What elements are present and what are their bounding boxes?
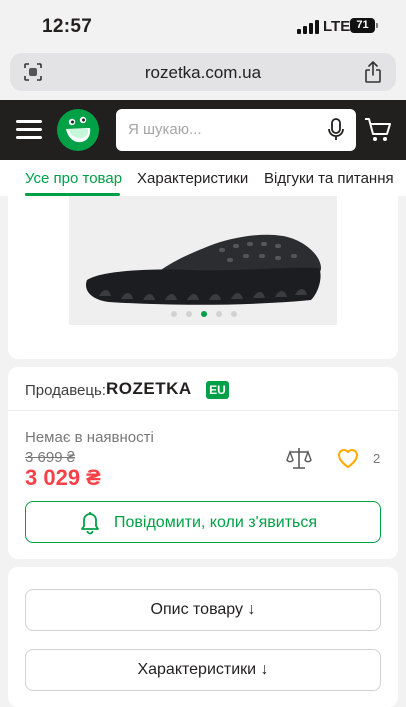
notify-button-label: Повідомити, коли з'явиться (114, 514, 318, 531)
gallery-dot[interactable] (231, 311, 237, 317)
gallery-dot-active[interactable] (201, 311, 207, 317)
battery-nub (376, 23, 378, 28)
tab-all-about-product[interactable]: Усе про товар (25, 170, 122, 187)
compare-scales-icon[interactable] (286, 446, 312, 472)
description-button[interactable]: Опис товару ↓ (25, 589, 381, 631)
seller-brand[interactable]: ROZETKA (106, 379, 192, 399)
gallery-dot[interactable] (171, 311, 177, 317)
browser-url-bar[interactable]: rozetka.com.ua (10, 53, 396, 91)
divider (8, 410, 398, 411)
current-price: 3 029 ₴ (25, 465, 101, 490)
characteristics-button[interactable]: Характеристики ↓ (25, 649, 381, 691)
microphone-icon[interactable] (326, 118, 346, 142)
cart-icon[interactable] (364, 117, 392, 143)
product-image[interactable] (69, 196, 337, 325)
product-tabs: Усе про товар Характеристики Відгуки та … (0, 160, 406, 196)
bell-icon (81, 512, 99, 535)
status-time: 12:57 (42, 16, 93, 37)
wishlist-count: 2 (373, 451, 381, 466)
tab-reviews[interactable]: Відгуки та питання (264, 170, 394, 187)
search-box[interactable]: Я шукаю... (116, 109, 356, 151)
notify-when-available-button[interactable]: Повідомити, коли з'явиться (25, 501, 381, 543)
gallery-pagination (171, 311, 237, 317)
rozetka-logo[interactable] (56, 108, 100, 152)
seller-label: Продавець: (25, 382, 106, 399)
wishlist-heart-icon[interactable] (336, 447, 360, 469)
tab-characteristics[interactable]: Характеристики (137, 170, 248, 187)
availability-status: Немає в наявності (25, 429, 154, 446)
menu-icon[interactable] (16, 120, 42, 140)
search-input[interactable]: Я шукаю... (128, 121, 202, 138)
network-type: LTE (323, 18, 351, 35)
signal-icon (297, 20, 319, 34)
battery-icon: 71 (350, 18, 375, 33)
status-bar: 12:57 LTE 71 (0, 0, 406, 52)
url-text[interactable]: rozetka.com.ua (10, 63, 396, 83)
slide-sandal-image (85, 234, 321, 305)
seller-badge: EU (206, 381, 229, 399)
gallery-dot[interactable] (216, 311, 222, 317)
share-icon[interactable] (364, 61, 382, 83)
old-price: 3 699 ₴ (25, 449, 76, 466)
gallery-dot[interactable] (186, 311, 192, 317)
